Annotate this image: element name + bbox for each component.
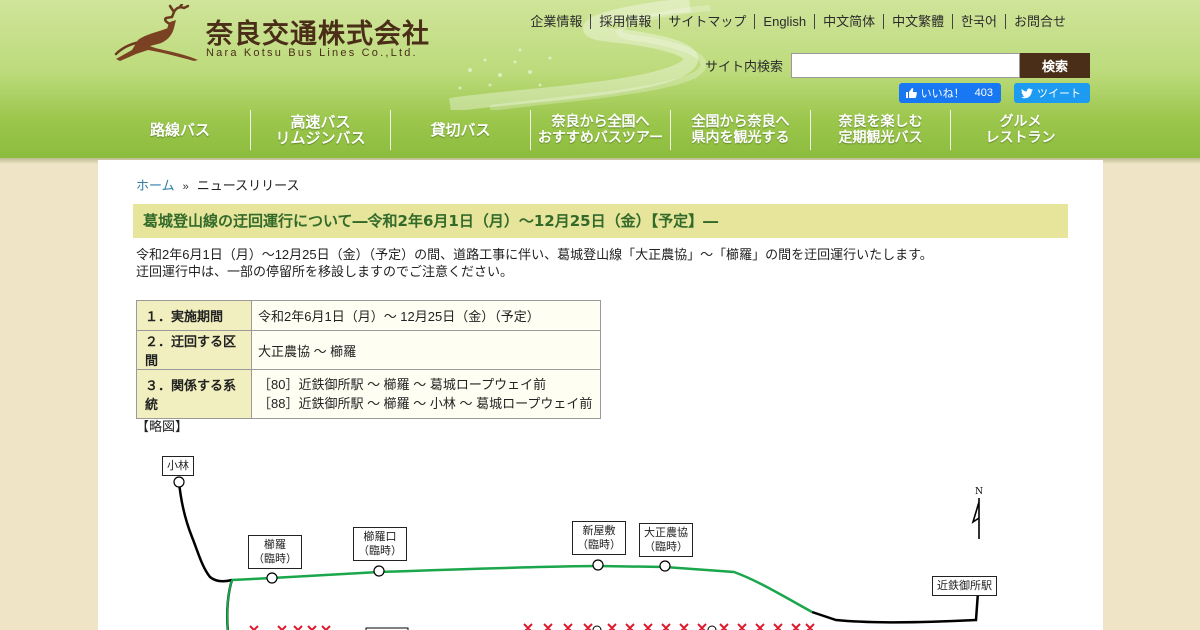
article-title: 葛城登山線の迂回運行について―令和2年6月1日（月）～12月25日（金）【予定】… <box>133 204 1068 238</box>
detour-route-line <box>231 564 813 614</box>
closed-section-crosses <box>249 623 815 630</box>
site-search: サイト内検索 検索 <box>705 53 1090 78</box>
detour-route-line-west <box>226 579 233 630</box>
intro-line-1: 令和2年6月1日（月）～12月25日（金）（予定）の間、道路工事に伴い、葛城登山… <box>136 247 933 262</box>
company-name-english: Nara Kotsu Bus Lines Co.,Ltd. <box>206 47 418 59</box>
search-button[interactable]: 検索 <box>1020 53 1090 78</box>
search-input[interactable] <box>791 53 1020 78</box>
route-line-88: ［88］近鉄御所駅 ～ 櫛羅 ～ 小林 ～ 葛城ロープウェイ前 <box>258 396 593 411</box>
nav-highway-limousine-bus[interactable]: 高速バス リムジンバス <box>250 110 390 150</box>
deer-logo-icon <box>114 4 198 61</box>
stop-marker-bottom-1 <box>592 625 602 630</box>
like-count: 403 <box>974 87 993 99</box>
stop-marker-bottom-2 <box>707 625 717 630</box>
twitter-bird-icon <box>1021 88 1033 98</box>
nav-regular-sightseeing-bus[interactable]: 奈良を楽しむ 定期観光バス <box>810 110 950 150</box>
breadcrumb-current: ニュースリリース <box>196 178 300 193</box>
article-intro: 令和2年6月1日（月）～12月25日（金）（予定）の間、道路工事に伴い、葛城登山… <box>136 246 933 280</box>
main-road-line <box>177 481 233 583</box>
social-buttons: いいね！ 403 ツイート <box>898 83 1090 103</box>
stop-marker-kujira <box>266 572 278 584</box>
detour-sketch-map: N 小林 櫛羅 （臨時） 櫛羅口 （臨時） 新屋敷 （臨時） 大正農協 （臨時）… <box>136 442 1016 630</box>
table-value-routes: ［80］近鉄御所駅 ～ 櫛羅 ～ 葛城ロープウェイ前 ［88］近鉄御所駅 ～ 櫛… <box>251 369 601 419</box>
north-label: N <box>975 487 983 497</box>
like-label: いいね！ <box>920 88 965 100</box>
util-link-contact[interactable]: お問合せ <box>1004 14 1074 29</box>
table-value-period: 令和2年6月1日（月）～ 12月25日（金）（予定） <box>251 300 601 331</box>
company-logo[interactable]: 奈良交通株式会社 Nara Kotsu Bus Lines Co.,Ltd. <box>110 4 450 64</box>
north-arrow-icon <box>971 498 980 539</box>
table-header-section: ２．迂回する区間 <box>136 330 252 370</box>
stop-label-shinyashiki: 新屋敷 （臨時） <box>572 521 626 555</box>
facebook-like-button[interactable]: いいね！ 403 <box>898 83 1001 103</box>
stop-label-kujira-guchi: 櫛羅口 （臨時） <box>353 527 407 561</box>
site-header: 奈良交通株式会社 Nara Kotsu Bus Lines Co.,Ltd. 企… <box>0 0 1200 164</box>
table-row: ２．迂回する区間 大正農協 ～ 櫛羅 <box>136 330 601 370</box>
stop-marker-kobayashi <box>173 476 185 488</box>
nav-sightseeing-in-nara[interactable]: 全国から奈良へ 県内を観光する <box>670 110 810 150</box>
util-link-english[interactable]: English <box>754 14 814 29</box>
sketch-map-label: 【略図】 <box>136 419 189 434</box>
main-road-line-east <box>811 591 980 624</box>
nav-gourmet-restaurant[interactable]: グルメ レストラン <box>950 110 1090 150</box>
util-link-sitemap[interactable]: サイトマップ <box>659 14 754 29</box>
global-navigation: 路線バス 高速バス リムジンバス 貸切バス 奈良から全国へ おすすめバスツアー … <box>110 110 1090 150</box>
company-name: 奈良交通株式会社 <box>206 19 430 50</box>
stop-label-taisho-nokyo: 大正農協 （臨時） <box>639 523 693 557</box>
nav-bus-tours[interactable]: 奈良から全国へ おすすめバスツアー <box>530 110 670 150</box>
breadcrumb-separator-icon: » <box>182 181 189 193</box>
util-link-company[interactable]: 企業情報 <box>522 14 590 29</box>
stop-marker-taisho-nokyo <box>659 560 671 572</box>
nav-charter-bus[interactable]: 貸切バス <box>390 110 530 150</box>
search-label: サイト内検索 <box>704 59 783 74</box>
stop-label-kujira: 櫛羅 （臨時） <box>248 535 302 569</box>
tweet-button[interactable]: ツイート <box>1014 83 1090 103</box>
intro-line-2: 迂回運行中は、一部の停留所を移設しますのでご注意ください。 <box>136 264 514 279</box>
stop-marker-shinyashiki <box>592 559 604 571</box>
util-link-chinese-simplified[interactable]: 中文简体 <box>814 14 883 29</box>
table-row: １．実施期間 令和2年6月1日（月）～ 12月25日（金）（予定） <box>136 300 601 331</box>
breadcrumb-home-link[interactable]: ホーム <box>136 178 175 193</box>
utility-links: 企業情報 採用情報 サイトマップ English 中文简体 中文繁體 한국어 お… <box>522 14 1074 29</box>
stop-marker-kujira-guchi <box>373 565 385 577</box>
stop-label-gose-station: 近鉄御所駅 <box>932 576 997 596</box>
thumbs-up-icon <box>905 88 917 98</box>
table-value-section: 大正農協 ～ 櫛羅 <box>251 330 601 370</box>
table-header-period: １．実施期間 <box>136 300 252 331</box>
util-link-korean[interactable]: 한국어 <box>952 14 1005 29</box>
util-link-recruit[interactable]: 採用情報 <box>590 14 659 29</box>
breadcrumb: ホーム » ニュースリリース <box>136 175 299 194</box>
table-row: ３．関係する系統 ［80］近鉄御所駅 ～ 櫛羅 ～ 葛城ロープウェイ前 ［88］… <box>136 369 601 419</box>
util-link-chinese-traditional[interactable]: 中文繁體 <box>883 14 952 29</box>
nav-route-bus[interactable]: 路線バス <box>110 110 250 150</box>
stop-label-kobayashi: 小林 <box>162 456 194 476</box>
route-line-80: ［80］近鉄御所駅 ～ 櫛羅 ～ 葛城ロープウェイ前 <box>258 377 547 392</box>
tweet-label: ツイート <box>1037 88 1081 100</box>
main-content: ホーム » ニュースリリース 葛城登山線の迂回運行について―令和2年6月1日（月）～… <box>98 160 1103 630</box>
detour-info-table: １．実施期間 令和2年6月1日（月）～ 12月25日（金）（予定） ２．迂回する… <box>136 300 601 419</box>
table-header-routes: ３．関係する系統 <box>136 369 252 419</box>
